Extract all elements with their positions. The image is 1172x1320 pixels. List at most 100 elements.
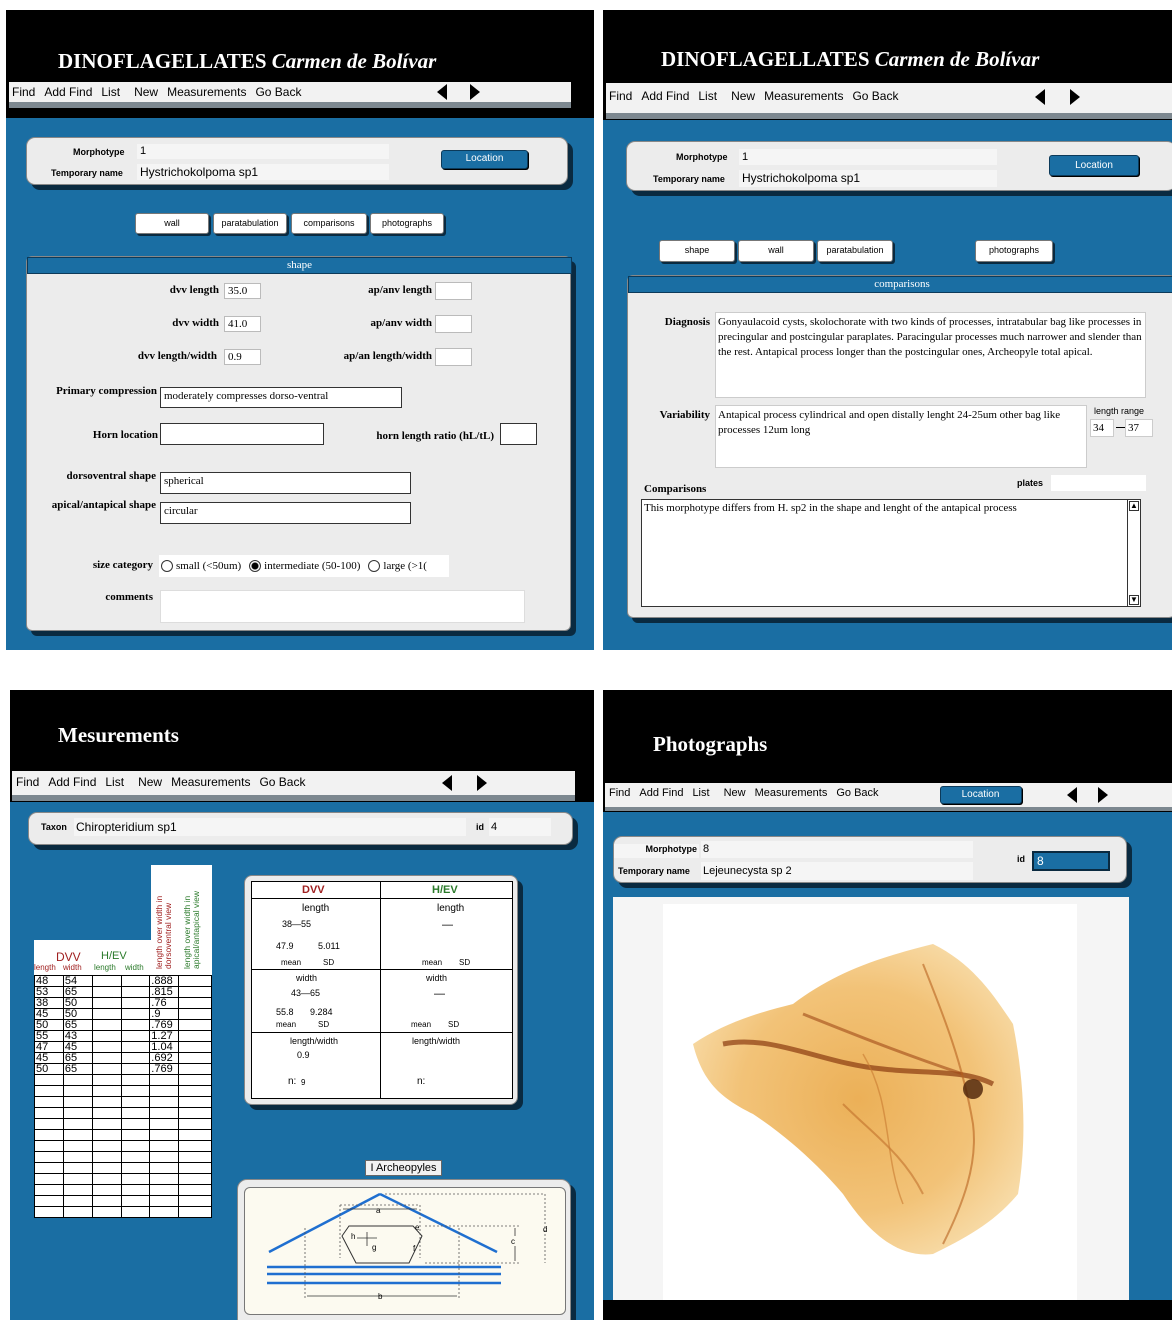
- menu-measurements[interactable]: Measurements: [171, 775, 250, 789]
- table-cell[interactable]: [120, 1085, 151, 1097]
- menu-add-find[interactable]: Add Find: [48, 775, 96, 789]
- table-cell[interactable]: [120, 1096, 151, 1108]
- taxon-field[interactable]: Chiropteridium sp1: [74, 818, 466, 836]
- table-cell[interactable]: [149, 1206, 180, 1218]
- table-cell[interactable]: [34, 1085, 64, 1097]
- table-cell[interactable]: [91, 1129, 122, 1141]
- table-cell[interactable]: [34, 1162, 64, 1174]
- table-cell[interactable]: [178, 1052, 212, 1064]
- length-range-min-input[interactable]: 34: [1090, 419, 1114, 437]
- menu-go-back[interactable]: Go Back: [259, 775, 305, 789]
- table-cell[interactable]: [62, 1173, 93, 1185]
- table-cell[interactable]: [91, 1140, 122, 1152]
- table-cell[interactable]: 47: [34, 1041, 64, 1053]
- ap-length-input[interactable]: [435, 282, 472, 300]
- temp-name-field[interactable]: Lejeunecysta sp 2: [701, 862, 973, 880]
- table-cell[interactable]: [91, 1096, 122, 1108]
- table-cell[interactable]: [120, 1184, 151, 1196]
- temp-name-field[interactable]: Hystrichokolpoma sp1: [739, 170, 997, 187]
- menu-find[interactable]: Find: [12, 85, 35, 99]
- menu-new[interactable]: New: [731, 89, 755, 103]
- menu-list[interactable]: List: [101, 85, 120, 99]
- table-cell[interactable]: [91, 1074, 122, 1086]
- table-cell[interactable]: [120, 1041, 151, 1053]
- table-cell[interactable]: [62, 1162, 93, 1174]
- table-cell[interactable]: [34, 1173, 64, 1185]
- table-cell[interactable]: [120, 1118, 151, 1130]
- menu-measurements[interactable]: Measurements: [167, 85, 246, 99]
- tab-paratabulation[interactable]: paratabulation: [817, 240, 893, 262]
- table-cell[interactable]: [178, 1107, 212, 1119]
- location-button[interactable]: Location: [441, 150, 528, 169]
- table-cell[interactable]: [62, 1118, 93, 1130]
- menu-list[interactable]: List: [692, 787, 709, 799]
- comments-input[interactable]: [160, 590, 525, 623]
- table-cell[interactable]: [91, 1162, 122, 1174]
- table-cell[interactable]: [62, 1074, 93, 1086]
- table-cell[interactable]: .9: [149, 1008, 180, 1020]
- table-cell[interactable]: [149, 1085, 180, 1097]
- table-cell[interactable]: 45: [34, 1008, 64, 1020]
- table-cell[interactable]: [120, 1052, 151, 1064]
- table-cell[interactable]: [34, 1096, 64, 1108]
- menu-find[interactable]: Find: [609, 89, 632, 103]
- next-record-icon[interactable]: [470, 84, 481, 100]
- table-cell[interactable]: 53: [34, 986, 64, 998]
- tab-wall[interactable]: wall: [135, 213, 209, 234]
- table-cell[interactable]: 45: [62, 1041, 93, 1053]
- plates-input[interactable]: [1051, 475, 1146, 491]
- table-cell[interactable]: [91, 1195, 122, 1207]
- table-cell[interactable]: [149, 1074, 180, 1086]
- table-cell[interactable]: [91, 1107, 122, 1119]
- table-cell[interactable]: [62, 1140, 93, 1152]
- table-cell[interactable]: [91, 1008, 122, 1020]
- primary-compression-input[interactable]: moderately compresses dorso-ventral: [160, 387, 402, 408]
- table-cell[interactable]: [91, 1030, 122, 1042]
- table-cell[interactable]: [34, 1140, 64, 1152]
- apical-shape-input[interactable]: circular: [160, 502, 411, 524]
- table-cell[interactable]: [120, 1008, 151, 1020]
- morphotype-field[interactable]: 1: [739, 149, 997, 165]
- table-cell[interactable]: [91, 1151, 122, 1163]
- table-cell[interactable]: 48: [34, 975, 64, 987]
- table-cell[interactable]: [91, 997, 122, 1009]
- table-cell[interactable]: [149, 1107, 180, 1119]
- table-cell[interactable]: .769: [149, 1019, 180, 1031]
- table-cell[interactable]: [34, 1118, 64, 1130]
- table-cell[interactable]: [91, 1118, 122, 1130]
- table-cell[interactable]: 65: [62, 1052, 93, 1064]
- menu-measurements[interactable]: Measurements: [764, 89, 843, 103]
- table-cell[interactable]: [62, 1184, 93, 1196]
- location-button[interactable]: Location: [1049, 155, 1139, 176]
- table-cell[interactable]: [178, 997, 212, 1009]
- length-range-max-input[interactable]: 37: [1125, 419, 1153, 437]
- next-record-icon[interactable]: [477, 775, 488, 791]
- dorsoventral-shape-input[interactable]: spherical: [160, 472, 411, 494]
- table-cell[interactable]: 50: [34, 1063, 64, 1075]
- menu-add-find[interactable]: Add Find: [639, 787, 683, 799]
- table-cell[interactable]: [62, 1206, 93, 1218]
- table-cell[interactable]: [178, 1184, 212, 1196]
- table-cell[interactable]: [178, 1019, 212, 1031]
- table-cell[interactable]: [120, 1030, 151, 1042]
- table-cell[interactable]: [91, 986, 122, 998]
- table-cell[interactable]: [91, 1173, 122, 1185]
- table-cell[interactable]: [62, 1129, 93, 1141]
- table-cell[interactable]: [149, 1173, 180, 1185]
- table-cell[interactable]: 65: [62, 1019, 93, 1031]
- dvv-length-input[interactable]: 35.0: [224, 283, 261, 299]
- table-cell[interactable]: [120, 1151, 151, 1163]
- table-cell[interactable]: [34, 1074, 64, 1086]
- table-cell[interactable]: [120, 1173, 151, 1185]
- next-record-icon[interactable]: [1097, 787, 1108, 803]
- table-cell[interactable]: 38: [34, 997, 64, 1009]
- table-cell[interactable]: [62, 1195, 93, 1207]
- table-cell[interactable]: 65: [62, 986, 93, 998]
- table-cell[interactable]: [178, 1206, 212, 1218]
- archeopyles-tab[interactable]: I Archeopyles: [365, 1160, 442, 1176]
- table-cell[interactable]: [120, 1074, 151, 1086]
- size-large-radio[interactable]: [368, 560, 381, 572]
- table-cell[interactable]: [178, 1162, 212, 1174]
- table-cell[interactable]: [91, 1019, 122, 1031]
- table-cell[interactable]: 50: [62, 997, 93, 1009]
